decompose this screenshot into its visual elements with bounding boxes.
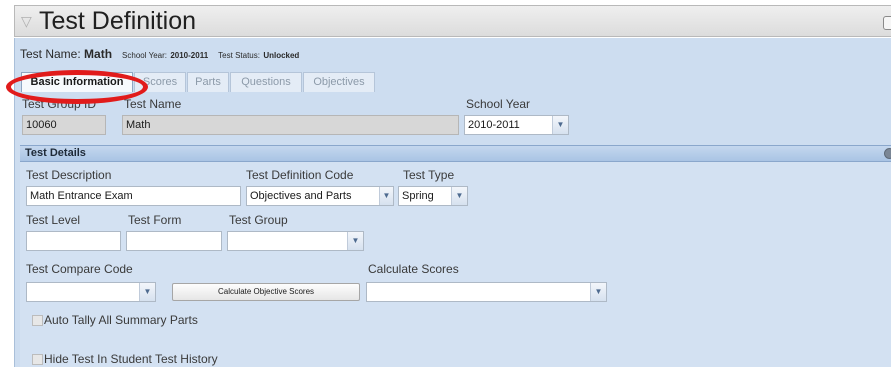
test-description-label: Test Description	[26, 168, 112, 182]
test-group-label: Test Group	[229, 213, 288, 227]
test-compare-code-select[interactable]: ▼	[26, 282, 156, 302]
school-year-field-label: School Year	[466, 97, 531, 111]
test-form-label: Test Form	[128, 213, 182, 227]
title-bar: ▽ Test Definition	[14, 5, 891, 37]
test-details-header[interactable]: Test Details	[20, 145, 891, 162]
chevron-down-icon[interactable]: ▼	[347, 232, 363, 250]
tab-objectives[interactable]: Objectives	[303, 72, 375, 92]
chevron-down-icon[interactable]: ▼	[139, 283, 155, 301]
test-group-id-field: 10060	[22, 115, 106, 135]
page-title: Test Definition	[39, 7, 197, 35]
test-status-label: Test Status:	[218, 51, 260, 60]
test-type-label: Test Type	[403, 168, 455, 182]
test-compare-code-label: Test Compare Code	[26, 262, 133, 276]
triangle-icon[interactable]: ▽	[21, 13, 32, 30]
test-definition-page: ▽ Test Definition Test Name: Math School…	[0, 0, 891, 367]
test-definition-code-label: Test Definition Code	[246, 168, 354, 182]
chevron-down-icon[interactable]: ▼	[379, 187, 393, 205]
test-group-select[interactable]: ▼	[227, 231, 364, 251]
test-form-input[interactable]	[126, 231, 222, 251]
school-year-select-value: 2010-2011	[468, 119, 520, 131]
test-name-field: Math	[122, 115, 459, 135]
chevron-down-icon[interactable]: ▼	[451, 187, 467, 205]
chevron-down-icon[interactable]: ▼	[590, 283, 606, 301]
calculate-scores-select[interactable]: ▼	[366, 282, 607, 302]
calculate-scores-label: Calculate Scores	[368, 262, 459, 276]
school-year-select[interactable]: 2010-2011 ▼	[464, 115, 569, 135]
school-year-label: School Year:	[122, 51, 167, 60]
hide-test-label: Hide Test In Student Test History	[44, 352, 218, 366]
hide-test-checkbox[interactable]	[32, 354, 43, 365]
test-type-value: Spring	[402, 190, 434, 202]
test-level-label: Test Level	[26, 213, 81, 227]
test-name-label: Test Name:	[20, 47, 81, 61]
auto-tally-checkbox[interactable]	[32, 315, 43, 326]
tab-basic-information[interactable]: Basic Information	[21, 72, 133, 92]
test-status-value: Unlocked	[263, 51, 300, 60]
test-summary-line: Test Name: Math School Year: 2010-2011 T…	[20, 47, 299, 61]
window-options-icon[interactable]	[883, 16, 891, 30]
test-type-select[interactable]: Spring ▼	[398, 186, 468, 206]
chevron-down-icon[interactable]: ▼	[552, 116, 568, 134]
test-name-value: Math	[84, 47, 113, 61]
test-description-input[interactable]: Math Entrance Exam	[26, 186, 241, 206]
test-name-field-label: Test Name	[124, 97, 182, 111]
tab-parts[interactable]: Parts	[187, 72, 229, 92]
test-definition-code-select[interactable]: Objectives and Parts ▼	[246, 186, 394, 206]
test-definition-code-value: Objectives and Parts	[250, 190, 352, 202]
test-details-title: Test Details	[25, 147, 86, 159]
test-level-input[interactable]	[26, 231, 121, 251]
tab-scores[interactable]: Scores	[134, 72, 186, 92]
auto-tally-label: Auto Tally All Summary Parts	[44, 313, 198, 327]
school-year-value: 2010-2011	[170, 51, 209, 60]
tab-questions[interactable]: Questions	[230, 72, 302, 92]
test-group-id-label: Test Group ID	[22, 97, 97, 111]
collapse-icon[interactable]	[884, 148, 891, 159]
calculate-objective-scores-button[interactable]: Calculate Objective Scores	[172, 283, 360, 301]
